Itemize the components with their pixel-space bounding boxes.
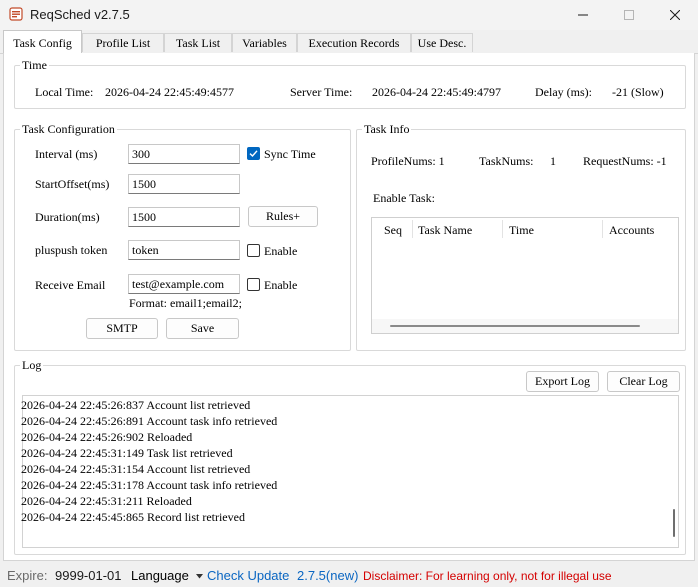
- task-nums-label: TaskNums:: [479, 154, 534, 168]
- delay-label: Delay (ms):: [535, 85, 592, 99]
- column-time[interactable]: Time: [509, 218, 534, 242]
- tab-task-list[interactable]: Task List: [164, 33, 232, 52]
- horizontal-scrollbar[interactable]: [372, 319, 678, 333]
- request-nums: RequestNums: -1: [583, 154, 667, 168]
- clear-log-button[interactable]: Clear Log: [607, 371, 680, 392]
- tab-strip: Task Config Profile List Task List Varia…: [0, 30, 698, 54]
- language-label: Language: [131, 568, 189, 583]
- log-scroll-thumb[interactable]: [673, 509, 675, 537]
- server-time-value: 2026-04-24 22:45:49:4797: [372, 85, 501, 99]
- status-bar: Expire: 9999-01-01 Language Check Update…: [0, 563, 698, 587]
- log-line: 2026-04-24 22:45:31:211 Reloaded: [21, 494, 192, 508]
- horizontal-scroll-thumb[interactable]: [390, 325, 640, 327]
- log-line: 2026-04-24 22:45:26:891 Account task inf…: [21, 414, 278, 428]
- column-task-name[interactable]: Task Name: [418, 218, 472, 242]
- caret-down-icon: [196, 574, 204, 579]
- column-divider: [502, 220, 503, 238]
- pluspush-enable-checkbox[interactable]: [247, 244, 260, 257]
- log-line: 2026-04-24 22:45:31:149 Task list retrie…: [21, 446, 233, 460]
- close-icon: [670, 10, 680, 20]
- receive-email-label: Receive Email: [35, 278, 106, 292]
- log-line: 2026-04-24 22:45:31:154 Account list ret…: [21, 462, 251, 476]
- interval-input[interactable]: 300: [128, 144, 240, 164]
- column-seq[interactable]: Seq: [384, 218, 402, 242]
- log-line: 2026-04-24 22:45:45:865 Record list retr…: [21, 510, 245, 524]
- expire-label: Expire:: [7, 568, 48, 583]
- duration-label: Duration(ms): [35, 210, 100, 224]
- start-offset-input[interactable]: 1500: [128, 174, 240, 194]
- check-icon: [249, 150, 258, 158]
- column-divider: [602, 220, 603, 238]
- save-button[interactable]: Save: [166, 318, 239, 339]
- local-time-label: Local Time:: [35, 85, 94, 99]
- tab-use-desc[interactable]: Use Desc.: [411, 33, 473, 52]
- close-button[interactable]: [652, 0, 698, 30]
- tab-task-config[interactable]: Task Config: [3, 30, 82, 53]
- expire-value: 9999-01-01: [55, 568, 122, 583]
- profile-nums: ProfileNums: 1: [371, 154, 445, 168]
- receive-email-input[interactable]: test@example.com: [128, 274, 240, 294]
- tab-variables[interactable]: Variables: [232, 33, 297, 52]
- column-accounts[interactable]: Accounts: [609, 218, 654, 242]
- interval-label: Interval (ms): [35, 147, 98, 161]
- language-dropdown[interactable]: Language: [131, 568, 204, 584]
- time-legend: Time: [20, 58, 49, 72]
- rules-button[interactable]: Rules+: [248, 206, 318, 227]
- task-info-group: Task Info ProfileNums: 1 TaskNums: 1 Req…: [356, 122, 686, 351]
- pluspush-token-label: pluspush token: [35, 243, 108, 257]
- tab-profile-list[interactable]: Profile List: [82, 33, 164, 52]
- pluspush-token-input[interactable]: token: [128, 240, 240, 260]
- smtp-button[interactable]: SMTP: [86, 318, 158, 339]
- duration-input[interactable]: 1500: [128, 207, 240, 227]
- email-enable-checkbox[interactable]: [247, 278, 260, 291]
- maximize-icon: [624, 10, 634, 20]
- task-configuration-group: Task Configuration Interval (ms) 300 Syn…: [14, 122, 351, 351]
- version-link[interactable]: 2.7.5(new): [297, 568, 358, 583]
- tab-execution-records[interactable]: Execution Records: [297, 33, 411, 52]
- log-line: 2026-04-24 22:45:26:837 Account list ret…: [21, 398, 251, 412]
- check-update-link[interactable]: Check Update: [207, 568, 289, 583]
- column-divider: [412, 220, 413, 238]
- log-line: 2026-04-24 22:45:26:902 Reloaded: [21, 430, 193, 444]
- start-offset-label: StartOffset(ms): [35, 177, 110, 191]
- log-legend: Log: [20, 358, 44, 372]
- minimize-button[interactable]: [560, 0, 606, 30]
- window-title: ReqSched v2.7.5: [30, 7, 130, 22]
- task-configuration-legend: Task Configuration: [20, 122, 117, 136]
- sync-time-checkbox[interactable]: [247, 147, 260, 160]
- minimize-icon: [578, 14, 588, 16]
- time-group: Time Local Time: 2026-04-24 22:45:49:457…: [14, 58, 686, 109]
- delay-value: -21 (Slow): [612, 85, 664, 99]
- sync-time-label: Sync Time: [264, 147, 316, 161]
- app-icon: [9, 7, 23, 21]
- disclaimer-text: Disclaimer: For learning only, not for i…: [363, 569, 612, 583]
- server-time-label: Server Time:: [290, 85, 353, 99]
- pluspush-enable-label: Enable: [264, 244, 298, 258]
- task-info-legend: Task Info: [362, 122, 412, 136]
- export-log-button[interactable]: Export Log: [526, 371, 599, 392]
- log-line: 2026-04-24 22:45:31:178 Account task inf…: [21, 478, 278, 492]
- task-nums-value: 1: [550, 154, 556, 168]
- local-time-value: 2026-04-24 22:45:49:4577: [105, 85, 234, 99]
- email-format-hint: Format: email1;email2;: [129, 296, 242, 310]
- email-enable-label: Enable: [264, 278, 298, 292]
- title-bar: ReqSched v2.7.5: [0, 0, 698, 30]
- maximize-button: [606, 0, 652, 30]
- enable-task-label: Enable Task:: [373, 191, 435, 205]
- enable-task-table[interactable]: Seq Task Name Time Accounts: [371, 217, 679, 334]
